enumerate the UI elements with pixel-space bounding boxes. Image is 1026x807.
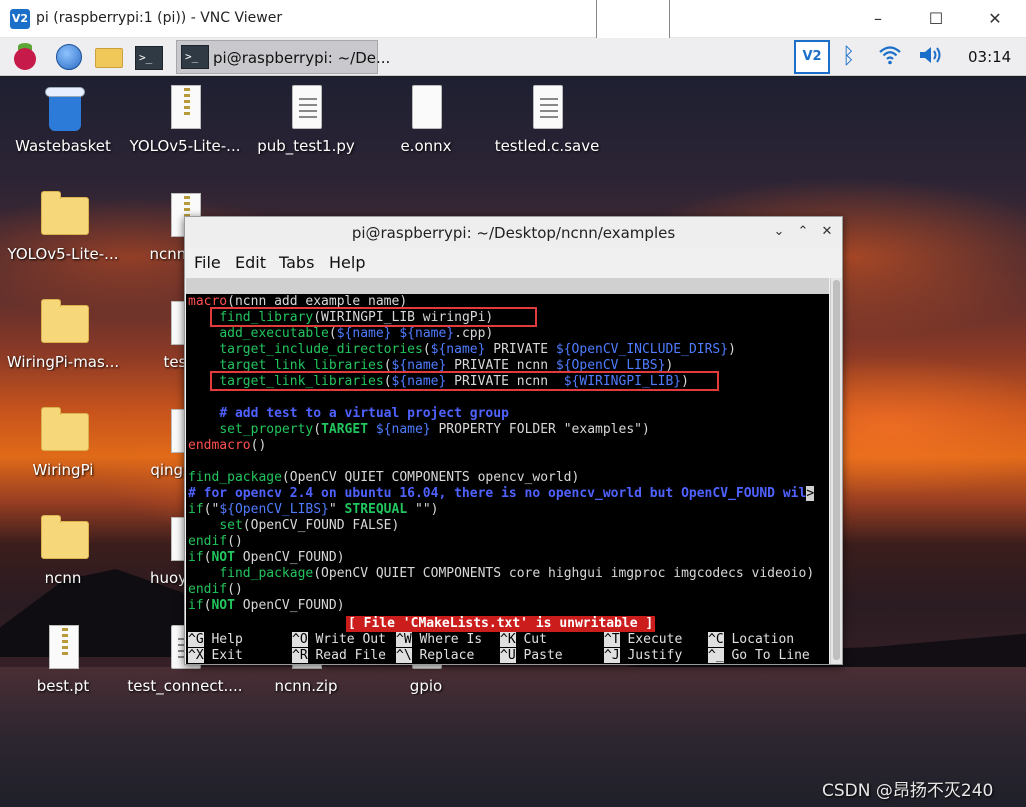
desktop-icon-wastebasket[interactable]: Wastebasket xyxy=(3,79,123,169)
scrollbar-thumb[interactable] xyxy=(833,280,840,660)
code-line: if(NOT OpenCV_FOUND) xyxy=(188,598,345,613)
code-line: set(OpenCV_FOUND FALSE) xyxy=(219,518,400,533)
wifi-icon[interactable] xyxy=(878,44,902,71)
nano-header: GNU nano 5.4 CMakeLists.txt xyxy=(186,278,829,325)
code-line: endif() xyxy=(188,582,243,597)
clock[interactable]: 03:14 xyxy=(968,48,1011,66)
desktop-icon-yolov5-folder[interactable]: YOLOv5-Lite-... xyxy=(3,187,123,277)
desktop-icon-best-pt[interactable]: best.pt xyxy=(3,619,123,709)
vnc-window-title: pi (raspberrypi:1 (pi)) - VNC Viewer xyxy=(36,10,283,26)
shortcut-execute[interactable]: ^T Execute xyxy=(604,632,682,648)
folder-icon xyxy=(41,299,89,343)
volume-icon[interactable] xyxy=(918,44,944,71)
shortcut-exit[interactable]: ^X Exit xyxy=(188,648,243,664)
shortcut-go-to-line[interactable]: ^_ Go To Line xyxy=(708,648,810,664)
web-browser-icon[interactable] xyxy=(54,42,84,72)
menu-edit[interactable]: Edit xyxy=(235,253,266,272)
code-line: target_include_directories(${name} PRIVA… xyxy=(219,342,736,357)
terminal-launcher-icon[interactable]: >_ xyxy=(134,42,164,72)
raspberry-menu-icon[interactable] xyxy=(10,42,40,72)
code-line: add_executable(${name} ${name}.cpp) xyxy=(219,326,494,341)
terminal-menu-bar: File Edit Tabs Help xyxy=(185,247,842,277)
menu-help[interactable]: Help xyxy=(329,253,365,272)
desktop-icon-pub-test1[interactable]: pub_test1.py xyxy=(246,79,366,169)
code-line: endmacro() xyxy=(188,438,267,453)
file-manager-icon[interactable] xyxy=(94,42,124,72)
shortcut-help[interactable]: ^G Help xyxy=(188,632,243,648)
terminal-minimize-button[interactable]: ⌄ xyxy=(770,223,788,241)
terminal-scrollbar[interactable] xyxy=(830,278,842,664)
taskbar-terminal-button[interactable]: >_ pi@raspberrypi: ~/De... xyxy=(176,40,390,74)
desktop-icon-wiringpi[interactable]: WiringPi xyxy=(3,403,123,493)
shortcut-replace[interactable]: ^\ Replace xyxy=(396,648,474,664)
code-line: find_package(OpenCV QUIET COMPONENTS ope… xyxy=(188,470,580,485)
desktop-icon-testled[interactable]: testled.c.save xyxy=(487,79,607,169)
shortcut-where-is[interactable]: ^W Where Is xyxy=(396,632,482,648)
taskbar-terminal-label: pi@raspberrypi: ~/De... xyxy=(213,49,391,67)
bluetooth-icon[interactable]: ᛒ xyxy=(842,44,855,69)
code-line: # for opencv 2.4 on ubuntu 16.04, there … xyxy=(188,486,815,501)
zip-file-icon xyxy=(49,625,79,669)
folder-icon xyxy=(41,515,89,559)
vnc-logo-icon: V2 xyxy=(10,9,30,29)
minimize-button[interactable]: – xyxy=(863,6,893,32)
code-line: if(NOT OpenCV_FOUND) xyxy=(188,550,345,565)
terminal-title-bar[interactable]: pi@raspberrypi: ~/Desktop/ncnn/examples … xyxy=(185,217,842,247)
blank-file-icon xyxy=(412,85,442,129)
watermark: CSDN @昂扬不灭240 xyxy=(822,781,994,801)
text-file-icon xyxy=(292,85,322,129)
terminal-window: pi@raspberrypi: ~/Desktop/ncnn/examples … xyxy=(184,216,843,665)
maximize-button[interactable]: ☐ xyxy=(921,6,951,32)
terminal-maximize-button[interactable]: ⌃ xyxy=(794,223,812,241)
vnc-server-tray-icon[interactable]: V2 xyxy=(794,40,830,74)
code-line: find_package(OpenCV QUIET COMPONENTS cor… xyxy=(219,566,815,581)
wastebasket-icon xyxy=(45,87,85,131)
code-line: set_property(TARGET ${name} PROPERTY FOL… xyxy=(219,422,650,437)
nano-status-message: [ File 'CMakeLists.txt' is unwritable ] xyxy=(346,616,656,632)
desktop-icon-ncnn[interactable]: ncnn xyxy=(3,511,123,601)
shortcut-paste[interactable]: ^U Paste xyxy=(500,648,563,664)
code-line: endif() xyxy=(188,534,243,549)
shortcut-cut[interactable]: ^K Cut xyxy=(500,632,547,648)
desktop-icon-wiringpi-master[interactable]: WiringPi-mas... xyxy=(3,295,123,385)
close-button[interactable]: ✕ xyxy=(980,6,1010,32)
shortcut-read-file[interactable]: ^R Read File xyxy=(292,648,386,664)
text-file-icon xyxy=(533,85,563,129)
terminal-title: pi@raspberrypi: ~/Desktop/ncnn/examples xyxy=(351,224,676,242)
desktop-panel: >_ >_ pi@raspberrypi: ~/De... V2 ᛒ 03:14 xyxy=(0,38,1026,76)
shortcut-write-out[interactable]: ^O Write Out xyxy=(292,632,386,648)
terminal-icon: >_ xyxy=(181,45,209,69)
code-line: # add test to a virtual project group xyxy=(219,406,509,421)
annotation-box-link-libraries xyxy=(210,371,719,391)
vnc-title-bar: V2 pi (raspberrypi:1 (pi)) - VNC Viewer … xyxy=(0,0,1026,42)
zip-file-icon xyxy=(171,85,201,129)
shortcut-location[interactable]: ^C Location xyxy=(708,632,794,648)
shortcut-justify[interactable]: ^J Justify xyxy=(604,648,682,664)
terminal-screen[interactable]: GNU nano 5.4 CMakeLists.txt macro(ncnn_a… xyxy=(186,278,829,664)
annotation-box-find-library xyxy=(210,307,537,327)
terminal-close-button[interactable]: ✕ xyxy=(818,223,836,241)
vnc-toolbar-handle[interactable] xyxy=(596,0,670,42)
folder-icon xyxy=(41,407,89,451)
desktop-icon-yolov5-archive[interactable]: YOLOv5-Lite-... xyxy=(125,79,245,169)
menu-tabs[interactable]: Tabs xyxy=(279,253,314,272)
menu-file[interactable]: File xyxy=(194,253,221,272)
folder-icon xyxy=(41,191,89,235)
desktop-icon-e-onnx[interactable]: e.onnx xyxy=(366,79,486,169)
code-line: if("${OpenCV_LIBS}" STREQUAL "") xyxy=(188,502,439,517)
